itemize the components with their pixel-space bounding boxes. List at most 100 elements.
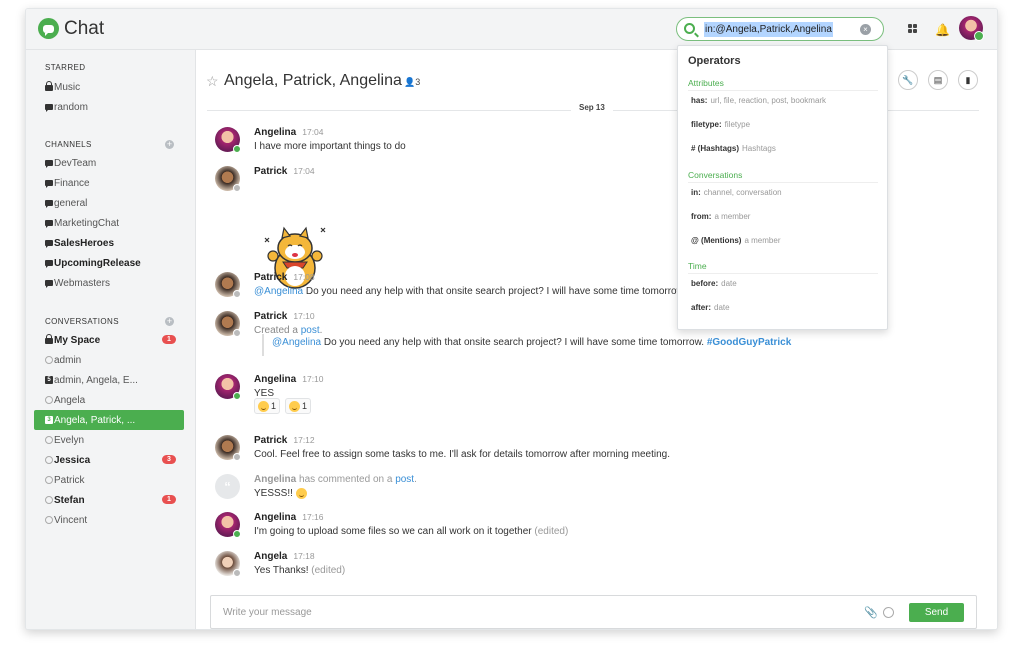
message-input[interactable]: Write your message [223,607,312,618]
sidebar-item-label: Webmasters [54,277,110,289]
message-text: @Angelina Do you need any help with that… [254,286,686,297]
avatar[interactable] [215,551,241,577]
sidebar-item-patrick[interactable]: Patrick [34,470,184,490]
bookmark-button[interactable]: ▮ [958,70,978,90]
sidebar-item-angela[interactable]: Angela [34,390,184,410]
author-name[interactable]: Patrick [254,166,287,177]
sidebar-item-random[interactable]: random [34,97,184,117]
add-conversation-icon[interactable]: + [165,317,174,326]
sidebar-item-evelyn[interactable]: Evelyn [34,430,184,450]
author-name[interactable]: Angela [254,551,287,562]
search-query[interactable]: in:@Angela,Patrick,Angelina [704,22,833,37]
avatar[interactable] [215,435,241,461]
sidebar-item-label: admin [54,354,82,366]
status-dot-icon [45,436,53,444]
sidebar-item-my-space[interactable]: My Space 1 [34,330,184,350]
apps-grid-icon[interactable] [908,24,918,34]
sidebar-item-label: My Space [54,334,101,346]
sidebar-item-angela-patrick[interactable]: 3 Angela, Patrick, ... [34,410,184,430]
operators-title: Operators [688,55,741,67]
bell-icon[interactable]: 🔔 [935,23,950,37]
settings-wrench-button[interactable]: 🔧 [898,70,918,90]
member-count[interactable]: 👤3 [404,77,420,88]
sidebar-item-finance[interactable]: Finance [34,173,184,193]
quoted-post[interactable]: @Angelina Do you need any help with that… [262,334,791,356]
operator-before[interactable]: before: date [691,279,737,288]
top-bar: Chat in:@Angela,Patrick,Angelina × 🔔 [26,9,997,50]
operator-desc: date [721,279,737,288]
avatar[interactable] [215,127,241,153]
author-name[interactable]: Patrick [254,272,287,283]
sidebar-item-salesheroes[interactable]: SalesHeroes [34,233,184,253]
message-header: Patrick 17:08 [254,272,315,283]
details-button[interactable]: ▤ [928,70,948,90]
author-name[interactable]: Patrick [254,311,287,322]
author-name[interactable]: Patrick [254,435,287,446]
sidebar-item-upcomingrelease[interactable]: UpcomingRelease [34,253,184,273]
comment-end: . [414,474,417,485]
operator-after[interactable]: after: date [691,303,730,312]
divider [688,90,878,91]
avatar[interactable] [215,374,241,400]
user-avatar[interactable] [959,16,984,41]
operator-key: @ (Mentions) [691,236,742,245]
sidebar-item-marketingchat[interactable]: MarketingChat [34,213,184,233]
sidebar-item-jessica[interactable]: Jessica 3 [34,450,184,470]
avatar[interactable] [215,512,241,538]
operator-has[interactable]: has: url, file, reaction, post, bookmark [691,96,826,105]
operator-from[interactable]: from: a member [691,212,750,221]
hashtag-link[interactable]: #GoodGuyPatrick [707,337,791,348]
author-name[interactable]: Angelina [254,474,296,485]
message-time: 17:04 [293,166,315,176]
operator-in[interactable]: in: channel, conversation [691,188,782,197]
attachment-icon[interactable]: 📎 [864,606,878,619]
star-icon[interactable]: ☆ [206,73,219,90]
chat-bubble-icon [45,220,53,228]
sidebar-item-vincent[interactable]: Vincent [34,510,184,530]
group-label-attributes: Attributes [688,78,724,88]
message-time: 17:18 [293,551,315,561]
message-body: YESSS!! [254,488,296,500]
avatar[interactable] [215,311,241,337]
author-name[interactable]: Angelina [254,512,296,523]
avatar[interactable] [215,166,241,192]
sidebar-item-label: Vincent [54,514,88,526]
author-name[interactable]: Angelina [254,374,296,385]
avatar[interactable] [215,272,241,298]
add-channel-icon[interactable]: + [165,140,174,149]
search-operators-dropdown: Operators Attributes has: url, file, reac… [677,45,888,330]
sidebar-item-label: Patrick [54,474,85,486]
chat-bubble-icon [45,240,53,248]
sidebar-item-stefan[interactable]: Stefan 1 [34,490,184,510]
send-button[interactable]: Send [909,603,964,622]
sidebar-item-admin-group[interactable]: 5 admin, Angela, E... [34,370,184,390]
sidebar-item-label: Angela, Patrick, ... [54,414,136,426]
status-dot-icon [45,476,53,484]
mention-link[interactable]: @Angelina [254,286,303,297]
unread-badge: 1 [162,335,176,344]
sidebar-item-music[interactable]: Music [34,77,184,97]
message-time: 17:16 [302,512,324,522]
emoji-icon[interactable] [883,607,894,618]
reaction-laugh[interactable]: 1 [254,398,281,414]
sidebar-item-admin[interactable]: admin [34,350,184,370]
sidebar-item-webmasters[interactable]: Webmasters [34,273,184,293]
reaction-angel[interactable]: 1 [285,398,312,414]
sidebar-item-label: MarketingChat [54,217,120,229]
operator-filetype[interactable]: filetype: filetype [691,120,750,129]
operator-desc: Hashtags [742,144,776,153]
sidebar-item-devteam[interactable]: DevTeam [34,153,184,173]
sidebar-item-general[interactable]: general [34,193,184,213]
mention-link[interactable]: @Angelina [272,337,321,348]
author-name[interactable]: Angelina [254,127,296,138]
message-composer[interactable]: Write your message 📎 Send [210,595,977,629]
post-link[interactable]: post [395,474,414,485]
date-label: Sep 13 [571,103,613,112]
search-icon [684,23,695,34]
search-input[interactable]: in:@Angela,Patrick,Angelina × [676,17,884,41]
message-body: Do you need any help with that onsite se… [303,286,687,297]
message-header: Angelina 17:04 [254,127,324,138]
clear-search-icon[interactable]: × [860,24,871,35]
operator-hashtags[interactable]: # (Hashtags) Hashtags [691,144,776,153]
operator-mentions[interactable]: @ (Mentions) a member [691,236,780,245]
